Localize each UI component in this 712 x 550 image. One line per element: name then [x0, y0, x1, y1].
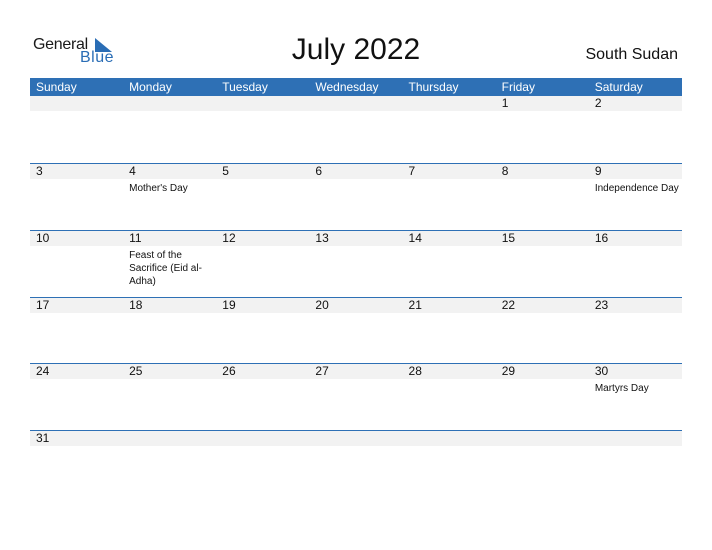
- week-row: 12: [30, 96, 682, 163]
- day-cell: 8: [496, 164, 589, 231]
- day-number: 27: [315, 364, 329, 378]
- day-cell: [589, 431, 682, 498]
- day-number: 10: [36, 231, 50, 245]
- day-cell: 15: [496, 231, 589, 298]
- day-cell: 3: [30, 164, 123, 231]
- day-cell: 31: [30, 431, 123, 498]
- day-number: 16: [594, 231, 609, 245]
- day-number: 18: [129, 298, 143, 312]
- day-cell: 19: [216, 298, 309, 365]
- week-row: 3 4 Mother's Day 5 6 7 8 9 Independence Day: [30, 163, 682, 231]
- day-cell: [496, 431, 589, 498]
- weekday-friday: Friday: [501, 80, 535, 94]
- day-number: 23: [594, 298, 609, 312]
- weekday-saturday: Saturday: [594, 80, 643, 94]
- day-number: 12: [222, 231, 236, 245]
- holiday-label: Mother's Day: [129, 183, 188, 194]
- week-row: 17 18 19 20 21 22 23: [30, 297, 682, 365]
- week-row: 10 11 Feast of the Sacrifice (Eid al-Adha)…: [30, 230, 682, 298]
- day-number: 7: [408, 164, 416, 178]
- day-number: 30: [594, 364, 609, 378]
- day-number: 8: [501, 164, 509, 178]
- day-cell: 14: [403, 231, 496, 298]
- day-number: 26: [222, 364, 236, 378]
- day-cell: 24: [30, 364, 123, 431]
- day-cell: 9 Independence Day: [589, 164, 682, 231]
- day-cell: 4 Mother's Day: [123, 164, 216, 231]
- day-number: 13: [315, 231, 329, 245]
- day-cell: 21: [403, 298, 496, 365]
- day-number: 25: [129, 364, 143, 378]
- day-cell: [30, 96, 123, 163]
- week-row: 31: [30, 430, 682, 498]
- day-cell: 10: [30, 231, 123, 298]
- weekday-sunday: Sunday: [36, 80, 77, 94]
- day-cell: 16: [589, 231, 682, 298]
- day-cell: 30 Martyrs Day: [589, 364, 682, 431]
- day-number: 2: [594, 96, 602, 110]
- day-cell: [403, 431, 496, 498]
- day-cell: 28: [403, 364, 496, 431]
- day-number: 20: [315, 298, 329, 312]
- holiday-label: Independence Day: [594, 183, 679, 194]
- day-number: 15: [501, 231, 516, 245]
- day-cell: [216, 96, 309, 163]
- day-number: 24: [36, 364, 50, 378]
- weekday-monday: Monday: [129, 80, 172, 94]
- day-cell: [123, 96, 216, 163]
- day-cell: 25: [123, 364, 216, 431]
- day-number: 17: [36, 298, 50, 312]
- day-cell: [403, 96, 496, 163]
- day-cell: 12: [216, 231, 309, 298]
- week-row: 24 25 26 27 28 29 30 Martyrs Day: [30, 363, 682, 431]
- day-number: 28: [408, 364, 422, 378]
- day-number: 14: [408, 231, 422, 245]
- day-number: 19: [222, 298, 236, 312]
- day-cell: [309, 431, 402, 498]
- country-label: South Sudan: [585, 46, 678, 63]
- day-number: 4: [129, 164, 136, 178]
- weekday-header: Sunday Monday Tuesday Wednesday Thursday Frid…: [30, 78, 682, 96]
- day-cell: 23: [589, 298, 682, 365]
- day-cell: 5: [216, 164, 309, 231]
- day-number: 31: [36, 431, 50, 445]
- day-number: 6: [315, 164, 323, 178]
- day-number: 5: [222, 164, 229, 178]
- weekday-wednesday: Wednesday: [315, 80, 379, 94]
- day-cell: 22: [496, 298, 589, 365]
- day-number: 21: [408, 298, 422, 312]
- day-number: 11: [129, 231, 142, 245]
- day-cell: 13: [309, 231, 402, 298]
- day-cell: 2: [589, 96, 682, 163]
- weekday-thursday: Thursday: [408, 80, 459, 94]
- day-number: 1: [501, 96, 509, 110]
- day-cell: 11 Feast of the Sacrifice (Eid al-Adha): [123, 231, 216, 298]
- day-cell: 17: [30, 298, 123, 365]
- day-number: 9: [594, 164, 602, 178]
- day-number: 22: [501, 298, 516, 312]
- holiday-label: Feast of the Sacrifice (Eid al-Adha): [129, 250, 202, 287]
- weekday-tuesday: Tuesday: [222, 80, 268, 94]
- day-cell: 6: [309, 164, 402, 231]
- day-cell: [216, 431, 309, 498]
- day-cell: 1: [496, 96, 589, 163]
- day-cell: 20: [309, 298, 402, 365]
- day-cell: 18: [123, 298, 216, 365]
- day-number: 3: [36, 164, 43, 178]
- day-cell: [309, 96, 402, 163]
- day-number: 29: [501, 364, 516, 378]
- holiday-label: Martyrs Day: [594, 383, 649, 394]
- day-cell: 7: [403, 164, 496, 231]
- day-cell: [123, 431, 216, 498]
- day-cell: 27: [309, 364, 402, 431]
- day-cell: 29: [496, 364, 589, 431]
- day-cell: 26: [216, 364, 309, 431]
